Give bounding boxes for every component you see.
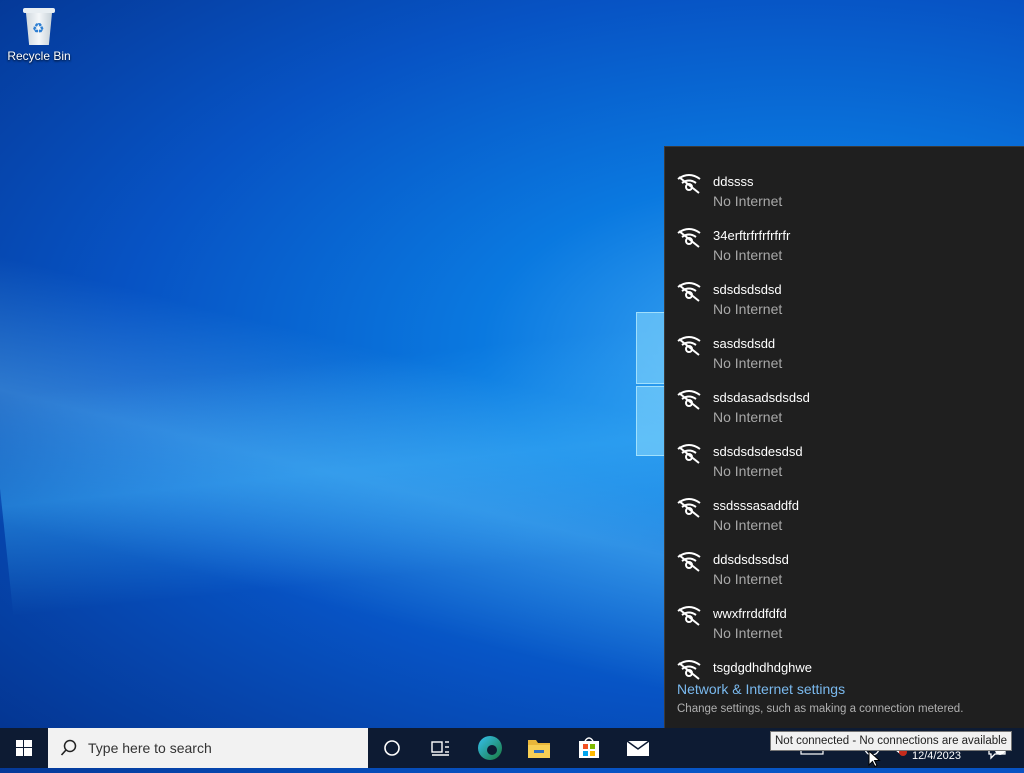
network-item[interactable]: wwxfrrddfdfd No Internet bbox=[665, 587, 1024, 641]
store-button[interactable] bbox=[565, 728, 613, 768]
edge-button[interactable] bbox=[466, 728, 514, 768]
network-ssid: wwxfrrddfdfd bbox=[713, 606, 787, 621]
network-ssid: sasdsdsdd bbox=[713, 336, 776, 351]
network-tooltip: Not connected - No connections are avail… bbox=[770, 731, 1013, 751]
network-status: No Internet bbox=[713, 247, 783, 263]
network-ssid: ddssss bbox=[713, 174, 754, 189]
wifi-disconnected-icon bbox=[677, 444, 701, 464]
network-ssid: ddsdsdssdsd bbox=[713, 552, 789, 567]
network-settings-description: Change settings, such as making a connec… bbox=[677, 703, 964, 715]
network-item[interactable]: sdsdsdsdsd No Internet bbox=[665, 263, 1024, 317]
wifi-disconnected-icon bbox=[677, 660, 701, 680]
network-status: No Internet bbox=[713, 193, 783, 209]
task-view-icon bbox=[431, 741, 449, 756]
mail-icon bbox=[626, 740, 650, 756]
mail-button[interactable] bbox=[614, 728, 662, 768]
network-ssid: sdsdasadsdsdsd bbox=[713, 390, 810, 405]
edge-icon bbox=[478, 736, 502, 760]
network-status: No Internet bbox=[713, 571, 783, 587]
wifi-disconnected-icon bbox=[677, 282, 701, 302]
network-settings-link[interactable]: Network & Internet settings bbox=[677, 681, 845, 697]
search-icon bbox=[60, 739, 77, 756]
network-status: No Internet bbox=[713, 463, 783, 479]
network-flyout: ddssss No Internet 34erftrfrfrfrfrfr No Int… bbox=[664, 146, 1024, 729]
taskbar-date[interactable]: 12/4/2023 bbox=[912, 750, 961, 762]
network-ssid: 34erftrfrfrfrfrfr bbox=[713, 228, 791, 243]
network-ssid: tsgdgdhdhdghwe bbox=[713, 660, 813, 675]
network-item[interactable]: ddssss No Internet bbox=[665, 155, 1024, 209]
task-view-button[interactable] bbox=[416, 728, 464, 768]
recycle-bin-icon: ♻ bbox=[22, 6, 56, 46]
desktop-icon-label: Recycle Bin bbox=[7, 49, 71, 63]
network-ssid: sdsdsdsdsd bbox=[713, 282, 782, 297]
wifi-disconnected-icon bbox=[677, 606, 701, 626]
network-item[interactable]: 34erftrfrfrfrfrfr No Internet bbox=[665, 209, 1024, 263]
windows-logo-icon bbox=[16, 740, 32, 756]
taskbar-search-box[interactable]: Type here to search bbox=[48, 728, 368, 768]
start-button[interactable] bbox=[0, 728, 48, 768]
network-status: No Internet bbox=[713, 625, 783, 641]
mouse-cursor-icon bbox=[868, 750, 881, 768]
network-item[interactable]: ssdsssasaddfd No Internet bbox=[665, 479, 1024, 533]
network-status: No Internet bbox=[713, 355, 783, 371]
network-item[interactable]: sasdsdsdd No Internet bbox=[665, 317, 1024, 371]
wifi-disconnected-icon bbox=[677, 390, 701, 410]
network-item[interactable]: sdsdsdsdesdsd No Internet bbox=[665, 425, 1024, 479]
wifi-disconnected-icon bbox=[677, 498, 701, 518]
file-explorer-icon bbox=[528, 740, 550, 758]
network-ssid: sdsdsdsdesdsd bbox=[713, 444, 803, 459]
cortana-icon bbox=[384, 740, 400, 756]
wifi-disconnected-icon bbox=[677, 174, 701, 194]
network-status: No Internet bbox=[713, 517, 783, 533]
store-icon bbox=[579, 737, 599, 758]
network-ssid: ssdsssasaddfd bbox=[713, 498, 799, 513]
wifi-disconnected-icon bbox=[677, 336, 701, 356]
desktop-icon-recycle-bin[interactable]: ♻ Recycle Bin bbox=[4, 6, 74, 63]
search-placeholder: Type here to search bbox=[88, 740, 212, 756]
file-explorer-button[interactable] bbox=[515, 728, 563, 768]
network-item[interactable]: sdsdasadsdsdsd No Internet bbox=[665, 371, 1024, 425]
network-item[interactable]: ddsdsdssdsd No Internet bbox=[665, 533, 1024, 587]
network-status: No Internet bbox=[713, 301, 783, 317]
wifi-disconnected-icon bbox=[677, 228, 701, 248]
cortana-button[interactable] bbox=[368, 728, 416, 768]
wifi-disconnected-icon bbox=[677, 552, 701, 572]
network-status: No Internet bbox=[713, 409, 783, 425]
